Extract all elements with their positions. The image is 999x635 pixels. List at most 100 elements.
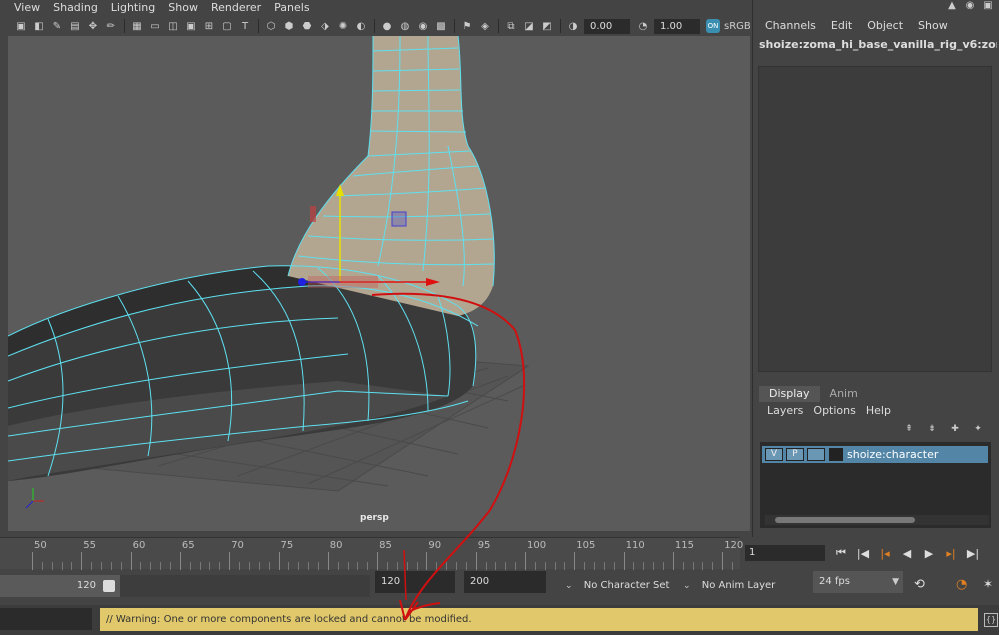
menu-object[interactable]: Object	[867, 19, 903, 32]
range-slider-handle[interactable]	[103, 580, 115, 592]
modeling-toolkit-icon[interactable]: ▲	[945, 0, 959, 14]
camera-attributes-icon[interactable]: ◧	[32, 19, 46, 33]
current-frame-field[interactable]: 1	[745, 545, 825, 561]
two-d-pan-icon[interactable]: ✥	[86, 19, 100, 33]
time-tick-minor	[663, 562, 665, 570]
animation-preferences-icon[interactable]: ✶	[983, 577, 993, 591]
script-editor-icon[interactable]: {}	[984, 613, 998, 627]
isolate-select-icon[interactable]: ⚑	[460, 19, 474, 33]
menu-layers[interactable]: Layers	[767, 404, 803, 417]
channel-box-area[interactable]	[758, 66, 992, 372]
layer-list-scrollbar[interactable]	[765, 515, 989, 525]
default-material-icon[interactable]: ⬣	[300, 19, 314, 33]
layer-playback-toggle[interactable]: P	[786, 448, 804, 461]
time-slider[interactable]: 50 55 60 65 70 75 80 85 90 95 100 105 110 115 120	[0, 537, 743, 570]
exposure-field[interactable]	[584, 18, 630, 34]
tab-display[interactable]: Display	[759, 386, 820, 402]
viewport-toolbar: ▣ ◧ ✎ ▤ ✥ ✏ ▦ ▭ ◫ ▣ ⊞ ▢ T ⬡ ⬢ ⬣ ⬗ ✺ ◐ ● …	[0, 16, 752, 36]
time-tick-major	[327, 552, 329, 570]
step-forward-key-icon[interactable]: ▶|	[965, 547, 981, 560]
range-slider-track[interactable]	[120, 575, 370, 597]
fps-dropdown[interactable]: 24 fps ▼	[813, 571, 903, 593]
menu-lighting[interactable]: Lighting	[111, 0, 155, 16]
layer-row[interactable]: V P shoize:character	[762, 446, 988, 463]
anti-aliasing-icon[interactable]: ◉	[416, 19, 430, 33]
move-layer-up-icon[interactable]: ⇞	[901, 424, 917, 436]
layer-color-swatch[interactable]	[829, 448, 843, 461]
attribute-editor-icon[interactable]: ▣	[981, 0, 995, 14]
exposure-icon[interactable]: ◑	[566, 19, 580, 33]
menu-shading[interactable]: Shading	[53, 0, 98, 16]
bookmarks-icon[interactable]: ✎	[50, 19, 64, 33]
grid-icon[interactable]: ▦	[130, 19, 144, 33]
xray-active-icon[interactable]: ⧉	[504, 19, 518, 33]
time-tick-label: 90	[428, 540, 442, 551]
wireframe-icon[interactable]: ⬡	[264, 19, 278, 33]
character-set-dropdown[interactable]: ⌄ No Character Set	[565, 575, 675, 597]
xray-joints-icon[interactable]: ◪	[522, 19, 536, 33]
menu-panels[interactable]: Panels	[274, 0, 309, 16]
color-management-toggle[interactable]: ON	[706, 19, 720, 33]
viewport-3d-canvas[interactable]: persp	[8, 36, 750, 531]
gate-mask-icon[interactable]: ▣	[184, 19, 198, 33]
time-tick-label: 95	[477, 540, 491, 551]
auto-key-icon[interactable]: ◔	[956, 577, 967, 592]
loop-icon[interactable]: ⟲	[914, 577, 925, 592]
step-back-frame-icon[interactable]: |◂	[877, 547, 893, 560]
play-backwards-icon[interactable]: ◀	[899, 547, 915, 560]
toolbar-separator	[560, 19, 561, 33]
menu-show[interactable]: Show	[168, 0, 198, 16]
field-chart-icon[interactable]: ⊞	[202, 19, 216, 33]
step-back-key-icon[interactable]: |◀	[855, 547, 871, 560]
lights-icon[interactable]: ✺	[336, 19, 350, 33]
new-layer-icon[interactable]: ✚	[947, 424, 963, 436]
menu-help[interactable]: Help	[866, 404, 891, 417]
screen-space-ao-icon[interactable]: ●	[380, 19, 394, 33]
menu-view[interactable]: View	[14, 0, 40, 16]
move-layer-down-icon[interactable]: ⇟	[924, 424, 940, 436]
time-tick-minor	[643, 562, 645, 570]
step-forward-frame-icon[interactable]: ▸|	[943, 547, 959, 560]
anim-layer-dropdown[interactable]: ⌄ No Anim Layer	[683, 575, 793, 597]
grease-pencil-icon[interactable]: ✏	[104, 19, 118, 33]
layer-display-type-toggle[interactable]	[807, 448, 825, 461]
menu-channels[interactable]: Channels	[765, 19, 816, 32]
safe-action-icon[interactable]: ▢	[220, 19, 234, 33]
menu-show[interactable]: Show	[918, 19, 948, 32]
xray-icon[interactable]: ◈	[478, 19, 492, 33]
shadows-icon[interactable]: ◐	[354, 19, 368, 33]
time-tick-minor	[633, 562, 635, 570]
menu-edit[interactable]: Edit	[831, 19, 852, 32]
smooth-shade-icon[interactable]: ⬢	[282, 19, 296, 33]
time-tick-minor	[564, 562, 566, 570]
range-slider-row: 120 120 200 ⌄ No Character Set ⌄ No Anim…	[0, 571, 999, 601]
go-to-start-icon[interactable]: ⏮	[833, 546, 849, 560]
animation-end-field[interactable]: 200	[464, 571, 546, 593]
range-slider-bar[interactable]: 120	[0, 575, 120, 597]
new-layer-from-selected-icon[interactable]: ✦	[970, 424, 986, 436]
scrollbar-thumb[interactable]	[775, 517, 915, 523]
textured-icon[interactable]: ⬗	[318, 19, 332, 33]
gamma-field[interactable]	[654, 18, 700, 34]
resolution-gate-icon[interactable]: ◫	[166, 19, 180, 33]
tab-anim[interactable]: Anim	[820, 386, 868, 402]
depth-of-field-icon[interactable]: ▩	[434, 19, 448, 33]
menu-renderer[interactable]: Renderer	[211, 0, 261, 16]
play-forwards-icon[interactable]: ▶	[921, 547, 937, 560]
safe-title-icon[interactable]: T	[238, 19, 252, 33]
camera-select-icon[interactable]: ▣	[14, 19, 28, 33]
gamma-icon[interactable]: ◔	[636, 19, 650, 33]
character-controls-icon[interactable]: ◉	[963, 0, 977, 14]
menu-options[interactable]: Options	[813, 404, 855, 417]
time-tick-minor	[485, 562, 487, 570]
time-tick-major	[81, 552, 83, 570]
mel-command-input[interactable]	[0, 608, 92, 630]
color-space-label[interactable]: sRGB	[724, 21, 751, 32]
playback-end-field[interactable]: 120	[375, 571, 455, 593]
film-gate-icon[interactable]: ▭	[148, 19, 162, 33]
layer-visibility-toggle[interactable]: V	[765, 448, 783, 461]
motion-blur-icon[interactable]: ◍	[398, 19, 412, 33]
image-plane-icon[interactable]: ▤	[68, 19, 82, 33]
backface-culling-icon[interactable]: ◩	[540, 19, 554, 33]
layer-name[interactable]: shoize:character	[847, 448, 938, 461]
